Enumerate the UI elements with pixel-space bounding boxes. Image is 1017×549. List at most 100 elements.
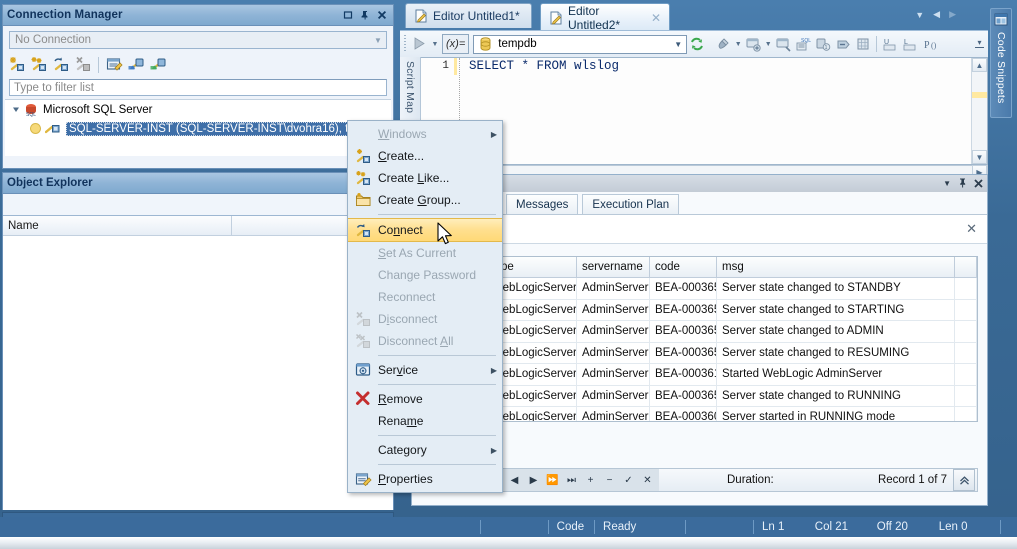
- chevron-down-icon[interactable]: ▼: [670, 40, 686, 49]
- cell-servername[interactable]: AdminServer: [577, 386, 650, 407]
- connection-select[interactable]: No Connection ▼: [9, 31, 387, 49]
- cell-msg[interactable]: Server state changed to STANDBY: [717, 278, 955, 299]
- menu-item-create-group[interactable]: Create Group...: [348, 189, 502, 211]
- menu-item-service[interactable]: Service▶: [348, 359, 502, 381]
- cell-msg[interactable]: Started WebLogic AdminServer: [717, 364, 955, 385]
- table-row[interactable]: iceWebLogicServerAdminServerBEA-000365Se…: [423, 278, 977, 300]
- double-chevron-up-icon[interactable]: [953, 469, 975, 491]
- cell-servername[interactable]: AdminServer: [577, 343, 650, 364]
- tree-node-sql-server-inst[interactable]: SQL-SERVER-INST (SQL-SERVER-INST\dvohra1…: [5, 119, 391, 138]
- commit-icon[interactable]: [833, 34, 853, 54]
- cell-msg[interactable]: Server state changed to STARTING: [717, 300, 955, 321]
- menu-item-create[interactable]: Create...: [348, 145, 502, 167]
- scroll-left-icon[interactable]: ◀: [933, 9, 940, 20]
- code-vertical-scrollbar[interactable]: ▲ ▼: [971, 58, 987, 164]
- next-record-icon[interactable]: ▶: [524, 475, 543, 486]
- toolbar-overflow-icon[interactable]: ▾: [975, 40, 984, 48]
- close-icon[interactable]: ✕: [966, 221, 977, 237]
- chevron-down-icon[interactable]: ▼: [430, 41, 440, 48]
- cell-servername[interactable]: AdminServer: [577, 364, 650, 385]
- tab-editor-untitled2[interactable]: Editor Untitled2* ✕: [540, 3, 670, 31]
- results-data-grid[interactable]: egory type servername code msg iceWebLog…: [422, 256, 978, 422]
- insert-record-icon[interactable]: +: [581, 475, 600, 486]
- cell-blank[interactable]: [955, 364, 977, 385]
- column-header-servername[interactable]: servername: [577, 257, 650, 277]
- close-icon[interactable]: [974, 177, 983, 191]
- disconnect-icon[interactable]: [73, 55, 93, 75]
- commit-record-icon[interactable]: ✓: [619, 475, 638, 486]
- clear-icon[interactable]: 1: [813, 34, 833, 54]
- last-record-icon[interactable]: ⏭: [562, 475, 581, 486]
- menu-item-create-like[interactable]: Create Like...: [348, 167, 502, 189]
- cell-code[interactable]: BEA-000361: [650, 364, 717, 385]
- cell-code[interactable]: BEA-000365: [650, 300, 717, 321]
- cell-code[interactable]: BEA-000365: [650, 278, 717, 299]
- column-header-code[interactable]: code: [650, 257, 717, 277]
- cell-blank[interactable]: [955, 343, 977, 364]
- menu-item-remove[interactable]: Remove: [348, 388, 502, 410]
- menu-item-rename[interactable]: Rename: [348, 410, 502, 432]
- scroll-right-icon[interactable]: ▶: [949, 9, 956, 20]
- cell-blank[interactable]: [955, 300, 977, 321]
- sql-history-icon[interactable]: SQL: [793, 34, 813, 54]
- scroll-up-icon[interactable]: ▲: [972, 58, 987, 72]
- cell-code[interactable]: BEA-000365: [650, 386, 717, 407]
- database-select[interactable]: tempdb ▼: [473, 35, 687, 54]
- prev-record-icon[interactable]: ◀: [505, 475, 524, 486]
- tab-messages[interactable]: Messages: [506, 194, 578, 214]
- toolbar-grip[interactable]: [402, 35, 410, 53]
- menu-item-category[interactable]: Category▶: [348, 439, 502, 461]
- new-connection-group-icon[interactable]: [29, 55, 49, 75]
- rollback-record-icon[interactable]: ✕: [638, 475, 657, 486]
- column-header-name[interactable]: Name: [3, 216, 232, 235]
- cell-msg[interactable]: Server state changed to RESUMING: [717, 343, 955, 364]
- import-connections-icon[interactable]: [126, 55, 146, 75]
- tab-editor-untitled1[interactable]: Editor Untitled1*: [405, 3, 532, 28]
- tree-node-microsoft-sql-server[interactable]: SQL Microsoft SQL Server: [5, 100, 391, 119]
- pin-icon[interactable]: [958, 177, 967, 191]
- cell-servername[interactable]: AdminServer: [577, 321, 650, 342]
- close-icon[interactable]: [375, 8, 389, 22]
- cell-blank[interactable]: [955, 407, 977, 422]
- next-page-icon[interactable]: ⏩: [543, 475, 562, 486]
- table-row[interactable]: iceWebLogicServerAdminServerBEA-000365Se…: [423, 300, 977, 322]
- properties-icon[interactable]: [104, 55, 124, 75]
- menu-item-properties[interactable]: Properties: [348, 468, 502, 490]
- reconnect-icon[interactable]: [51, 55, 71, 75]
- run-statement-icon[interactable]: [410, 34, 430, 54]
- tab-execution-plan[interactable]: Execution Plan: [582, 194, 679, 214]
- code-snippets-tab[interactable]: Code Snippets: [990, 8, 1012, 118]
- cell-msg[interactable]: Server state changed to ADMIN: [717, 321, 955, 342]
- table-row[interactable]: iceWebLogicServerAdminServerBEA-000361St…: [423, 364, 977, 386]
- cell-blank[interactable]: [955, 278, 977, 299]
- sql-code-editor[interactable]: 1 SELECT * FROM wlslog ▲ ▼: [421, 57, 988, 165]
- explain-plan-icon[interactable]: [743, 34, 763, 54]
- chevron-down-icon[interactable]: ▼: [733, 41, 743, 48]
- expand-arrow-icon[interactable]: [11, 105, 22, 114]
- menu-item-connect[interactable]: Connect: [348, 218, 502, 242]
- maximize-icon[interactable]: [341, 8, 355, 22]
- table-row[interactable]: iceWebLogicServerAdminServerBEA-000360Se…: [423, 407, 977, 422]
- pin-icon[interactable]: [358, 8, 372, 22]
- cell-code[interactable]: BEA-000360: [650, 407, 717, 422]
- to-upper-icon[interactable]: U: [880, 34, 900, 54]
- chevron-down-icon[interactable]: ▼: [915, 10, 924, 20]
- scroll-down-icon[interactable]: ▼: [972, 150, 987, 164]
- cell-blank[interactable]: [955, 321, 977, 342]
- column-header-blank[interactable]: [955, 257, 977, 277]
- cell-code[interactable]: BEA-000365: [650, 343, 717, 364]
- cell-servername[interactable]: AdminServer: [577, 407, 650, 422]
- refresh-icon[interactable]: [687, 34, 707, 54]
- delete-record-icon[interactable]: −: [600, 475, 619, 486]
- cell-msg[interactable]: Server started in RUNNING mode: [717, 407, 955, 422]
- variables-button[interactable]: (x)=: [442, 34, 469, 54]
- chevron-down-icon[interactable]: ▼: [943, 179, 951, 188]
- table-row[interactable]: iceWebLogicServerAdminServerBEA-000365Se…: [423, 386, 977, 408]
- to-lower-icon[interactable]: L: [900, 34, 920, 54]
- format-icon[interactable]: [713, 34, 733, 54]
- new-connection-icon[interactable]: [7, 55, 27, 75]
- column-header-msg[interactable]: msg: [717, 257, 955, 277]
- close-icon[interactable]: ✕: [651, 11, 661, 25]
- export-connections-icon[interactable]: [148, 55, 168, 75]
- autotrace-icon[interactable]: [773, 34, 793, 54]
